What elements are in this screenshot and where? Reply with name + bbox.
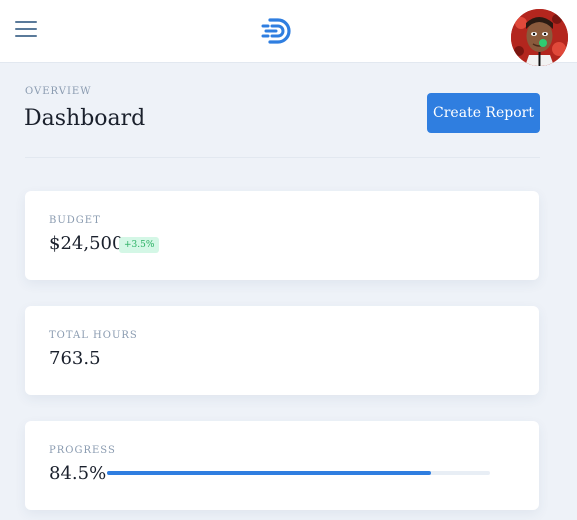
overview-label: OVERVIEW — [25, 86, 92, 97]
total-hours-card: TOTAL HOURS 763.5 — [25, 306, 539, 395]
brand-logo-icon[interactable] — [260, 17, 292, 45]
budget-value: $24,500 — [49, 233, 124, 254]
progress-label: PROGRESS — [49, 445, 116, 456]
user-avatar[interactable] — [511, 9, 568, 66]
total-hours-value: 763.5 — [49, 348, 101, 369]
progress-bar-fill — [107, 471, 431, 475]
top-bar — [0, 0, 577, 66]
budget-change-badge: +3.5% — [119, 237, 160, 253]
budget-card: BUDGET $24,500 +3.5% — [25, 191, 539, 280]
page-title: Dashboard — [24, 106, 146, 131]
budget-label: BUDGET — [49, 215, 101, 226]
progress-bar-track — [107, 471, 490, 475]
total-hours-label: TOTAL HOURS — [49, 330, 138, 341]
header-divider — [25, 157, 540, 158]
progress-card: PROGRESS 84.5% — [25, 421, 539, 510]
progress-value: 84.5% — [49, 463, 107, 484]
hamburger-menu-icon[interactable] — [15, 20, 37, 38]
create-report-button[interactable]: Create Report — [427, 93, 540, 133]
